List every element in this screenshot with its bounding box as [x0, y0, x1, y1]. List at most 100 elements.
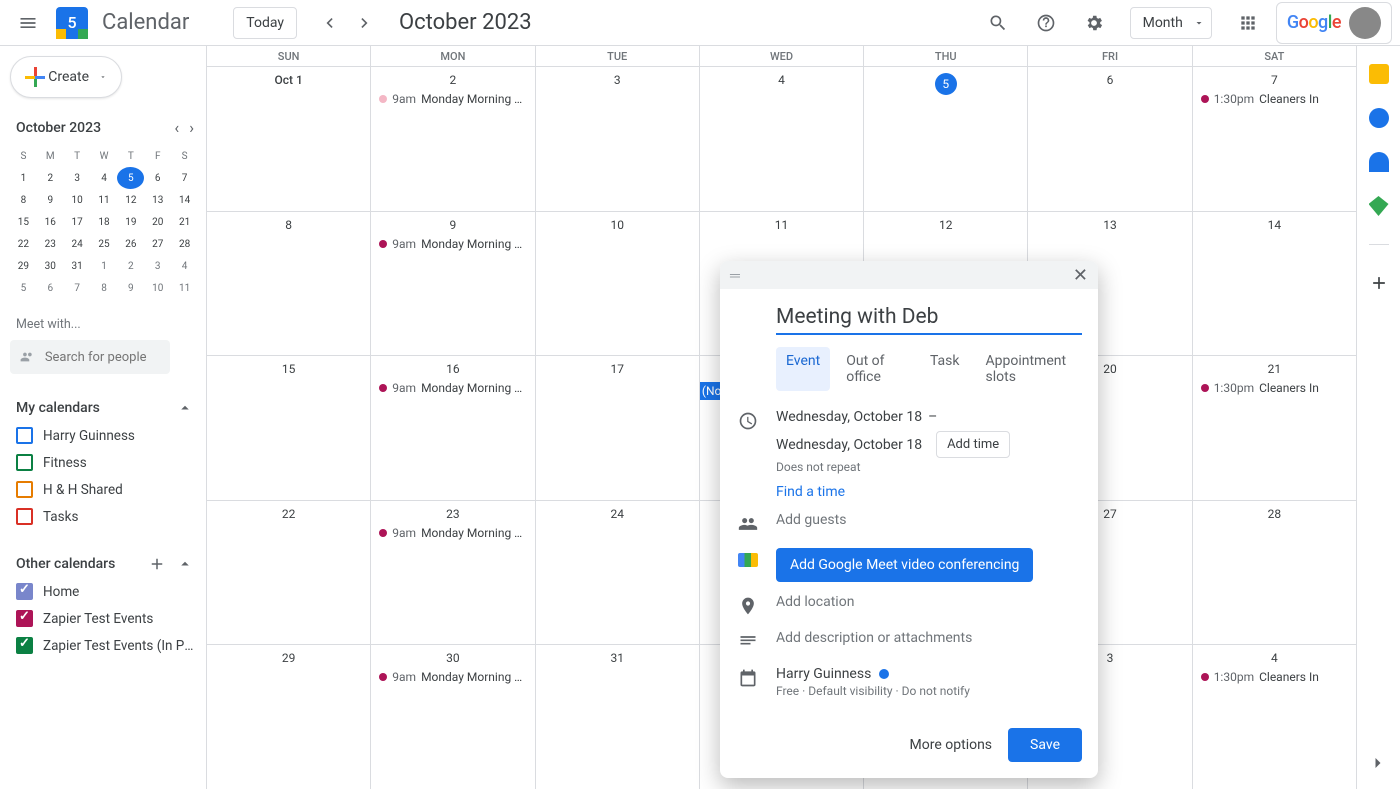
mini-day[interactable]: 23 [37, 233, 64, 255]
mini-day[interactable]: 6 [37, 277, 64, 299]
day-cell[interactable]: 28 [1193, 501, 1356, 645]
day-cell[interactable]: 4 [700, 67, 864, 211]
mini-day[interactable]: 12 [117, 189, 144, 211]
event-item[interactable]: 9amMonday Morning Meeting [375, 236, 530, 252]
day-cell[interactable]: 10 [536, 212, 700, 356]
day-cell[interactable]: 6 [1028, 67, 1192, 211]
day-cell[interactable]: 14 [1193, 212, 1356, 356]
event-type-tab[interactable]: Out of office [836, 347, 914, 391]
mini-day[interactable]: 2 [117, 255, 144, 277]
mini-day[interactable]: 2 [37, 167, 64, 189]
event-item[interactable]: 9amMonday Morning Meeting [375, 525, 530, 541]
mini-day[interactable]: 15 [10, 211, 37, 233]
add-meet-button[interactable]: Add Google Meet video conferencing [776, 548, 1033, 582]
mini-day[interactable]: 18 [91, 211, 118, 233]
day-cell[interactable]: 3 [536, 67, 700, 211]
day-cell[interactable]: 71:30pmCleaners In [1193, 67, 1356, 211]
add-other-calendar-icon[interactable] [148, 554, 166, 574]
day-number[interactable]: 3 [540, 71, 695, 91]
mini-day[interactable]: 20 [144, 211, 171, 233]
day-cell[interactable]: 41:30pmCleaners In [1193, 645, 1356, 789]
day-number[interactable]: 14 [1197, 216, 1352, 236]
day-number[interactable]: 28 [1197, 505, 1352, 525]
day-number[interactable]: 7 [1197, 71, 1352, 91]
day-cell[interactable]: 99amMonday Morning Meeting [371, 212, 535, 356]
event-item[interactable]: 9amMonday Morning Meeting [375, 91, 530, 107]
day-cell[interactable]: 5 [864, 67, 1028, 211]
add-time-button[interactable]: Add time [936, 431, 1010, 458]
mini-day[interactable]: 19 [117, 211, 144, 233]
day-number[interactable]: 4 [1197, 649, 1352, 669]
mini-day[interactable]: 1 [10, 167, 37, 189]
add-description-field[interactable]: Add description or attachments [776, 630, 1082, 646]
find-time-link[interactable]: Find a time [776, 484, 1082, 500]
day-cell[interactable]: 29 [207, 645, 371, 789]
help-button[interactable] [1026, 3, 1066, 43]
create-button[interactable]: Create [10, 56, 122, 98]
main-menu-button[interactable] [8, 3, 48, 43]
day-number[interactable]: 5 [868, 71, 1023, 99]
day-number[interactable]: 29 [211, 649, 366, 669]
event-item[interactable]: 9amMonday Morning Meeting [375, 380, 530, 396]
mini-day[interactable]: 8 [91, 277, 118, 299]
calendar-checkbox[interactable] [16, 427, 33, 444]
calendar-item[interactable]: Harry Guinness [10, 422, 206, 449]
more-options-button[interactable]: More options [910, 737, 993, 753]
day-number[interactable]: 22 [211, 505, 366, 525]
mini-day[interactable]: 30 [37, 255, 64, 277]
mini-day[interactable]: 22 [10, 233, 37, 255]
day-number[interactable]: 4 [704, 71, 859, 91]
mini-day[interactable]: 24 [64, 233, 91, 255]
mini-day[interactable]: 10 [144, 277, 171, 299]
day-number[interactable]: 2 [375, 71, 530, 91]
tasks-icon[interactable] [1369, 108, 1389, 128]
prev-period-button[interactable] [313, 7, 345, 39]
mini-day[interactable]: 17 [64, 211, 91, 233]
day-number[interactable]: 9 [375, 216, 530, 236]
dialog-drag-handle[interactable]: ═ [730, 267, 742, 284]
event-item[interactable]: 1:30pmCleaners In [1197, 669, 1352, 685]
google-account-chip[interactable]: Google [1276, 2, 1392, 44]
day-cell[interactable]: 8 [207, 212, 371, 356]
mini-day[interactable]: 14 [171, 189, 198, 211]
day-cell[interactable]: 15 [207, 356, 371, 500]
day-number[interactable]: 15 [211, 360, 366, 380]
mini-day[interactable]: 7 [171, 167, 198, 189]
mini-day[interactable]: 3 [144, 255, 171, 277]
day-number[interactable]: Oct 1 [211, 71, 366, 91]
day-number[interactable]: 11 [704, 216, 859, 236]
day-number[interactable]: 16 [375, 360, 530, 380]
day-number[interactable]: 24 [540, 505, 695, 525]
calendar-checkbox[interactable] [16, 454, 33, 471]
mini-day[interactable]: 29 [10, 255, 37, 277]
next-period-button[interactable] [349, 7, 381, 39]
show-side-panel-button[interactable] [1368, 753, 1388, 777]
mini-day[interactable]: 9 [117, 277, 144, 299]
mini-day[interactable]: 16 [37, 211, 64, 233]
day-cell[interactable]: 24 [536, 501, 700, 645]
day-cell[interactable]: 17 [536, 356, 700, 500]
calendar-checkbox[interactable] [16, 508, 33, 525]
calendar-checkbox[interactable] [16, 481, 33, 498]
day-number[interactable]: 6 [1032, 71, 1187, 91]
event-type-tab[interactable]: Appointment slots [976, 347, 1083, 391]
calendar-item[interactable]: H & H Shared [10, 476, 206, 503]
mini-day[interactable]: 1 [91, 255, 118, 277]
settings-button[interactable] [1074, 3, 1114, 43]
mini-day[interactable]: 27 [144, 233, 171, 255]
day-cell[interactable]: 31 [536, 645, 700, 789]
mini-day[interactable]: 8 [10, 189, 37, 211]
day-number[interactable]: 21 [1197, 360, 1352, 380]
recurrence-label[interactable]: Does not repeat [776, 460, 1082, 474]
calendar-item[interactable]: Zapier Test Events [10, 605, 206, 632]
calendar-item[interactable]: Fitness [10, 449, 206, 476]
save-button[interactable]: Save [1008, 728, 1082, 762]
mini-day[interactable]: 4 [91, 167, 118, 189]
mini-day[interactable]: 21 [171, 211, 198, 233]
day-cell[interactable]: 239amMonday Morning Meeting [371, 501, 535, 645]
event-title-input[interactable] [776, 301, 1082, 335]
mini-next-button[interactable]: › [187, 116, 196, 139]
availability-label[interactable]: Free · Default visibility · Do not notif… [776, 684, 1082, 698]
search-people-input[interactable] [45, 350, 160, 365]
mini-day[interactable]: 3 [64, 167, 91, 189]
